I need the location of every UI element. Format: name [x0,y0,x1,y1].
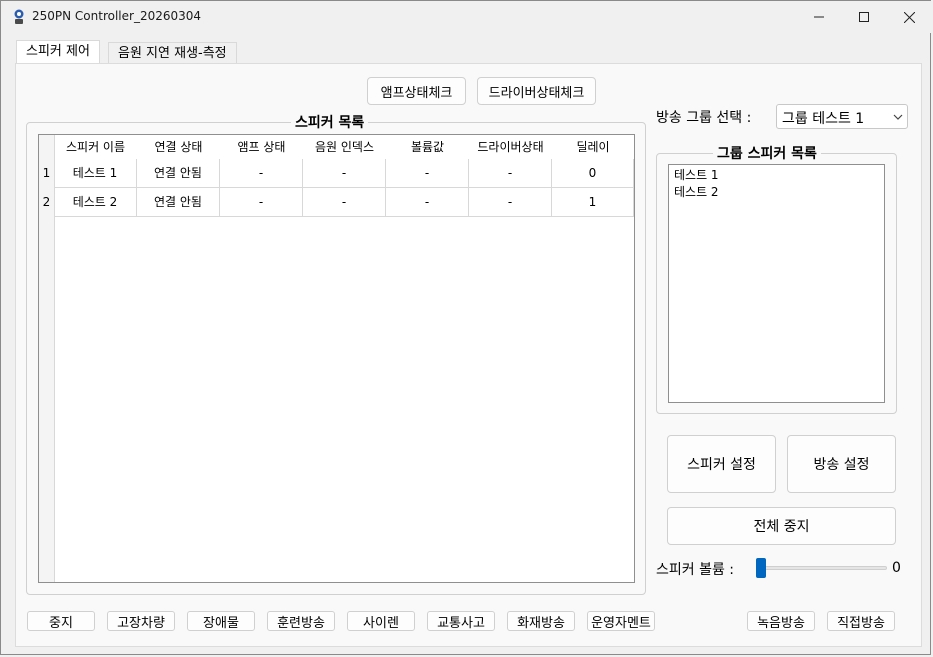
column-header[interactable]: 앰프 상태 [220,135,303,159]
group-speaker-title: 그룹 스피커 목록 [713,143,821,163]
tab-delay-playback[interactable]: 음원 지연 재생-측정 [108,42,237,63]
column-header[interactable]: 딜레이 [552,135,634,159]
quick-broadcast-button[interactable]: 고장차량 [107,611,175,631]
app-icon [14,9,24,24]
quick-broadcast-button[interactable]: 장애물 [187,611,255,631]
column-header[interactable]: 스피커 이름 [54,135,137,159]
record-broadcast-button[interactable]: 녹음방송 [747,611,815,631]
app-window: 250PN Controller_20260304 스피커 제어 음원 지연 재… [0,0,932,655]
table-cell[interactable]: 연결 안됨 [137,188,220,217]
table-cell[interactable]: 연결 안됨 [137,159,220,188]
list-item[interactable]: 테스트 1 [669,167,884,184]
broadcast-group-value: 그룹 테스트 1 [782,111,865,127]
quick-broadcast-button[interactable]: 운영자멘트 [587,611,655,631]
list-item[interactable]: 테스트 2 [669,184,884,201]
close-button[interactable] [886,1,932,33]
column-header[interactable]: 음원 인덱스 [303,135,386,159]
broadcast-group-label: 방송 그룹 선택 : [656,110,752,126]
table-cell[interactable]: 테스트 1 [54,159,137,188]
speaker-table: 스피커 이름 연결 상태 앰프 상태 음원 인덱스 볼륨값 드라이버상태 딜레이 1 테스트 … [38,134,635,583]
minimize-icon [814,16,824,18]
volume-slider-track[interactable] [758,566,887,570]
row-header[interactable]: 1 [39,159,54,188]
column-header[interactable]: 연결 상태 [137,135,220,159]
broadcast-group-select[interactable]: 그룹 테스트 1 [776,104,908,129]
table-cell[interactable]: 1 [552,188,634,217]
chevron-down-icon [893,114,903,120]
window-title: 250PN Controller_20260304 [32,9,202,23]
group-speaker-listbox[interactable]: 테스트 1 테스트 2 [668,164,885,403]
minimize-button[interactable] [796,1,842,33]
tab-speaker-control[interactable]: 스피커 제어 [16,40,100,64]
table-cell[interactable]: - [303,188,386,217]
quick-broadcast-button[interactable]: 화재방송 [507,611,575,631]
table-cell[interactable]: - [386,188,469,217]
maximize-button[interactable] [841,1,887,33]
column-header[interactable]: 볼륨값 [386,135,469,159]
speaker-volume-label: 스피커 볼륨 : [656,562,735,578]
stop-all-button[interactable]: 전체 중지 [667,507,896,545]
table-cell[interactable]: - [386,159,469,188]
speaker-settings-button[interactable]: 스피커 설정 [667,435,776,493]
quick-broadcast-button[interactable]: 교통사고 [427,611,495,631]
quick-broadcast-button[interactable]: 훈련방송 [267,611,335,631]
table-cell[interactable]: 테스트 2 [54,188,137,217]
table-cell[interactable]: - [303,159,386,188]
table-cell[interactable]: - [220,188,303,217]
direct-broadcast-button[interactable]: 직접방송 [827,611,895,631]
table-cell[interactable]: - [469,188,552,217]
volume-value: 0 [892,560,901,576]
table-cell[interactable]: - [220,159,303,188]
driver-status-check-button[interactable]: 드라이버상태체크 [477,77,596,105]
close-icon [903,11,915,23]
table-cell[interactable]: 0 [552,159,634,188]
row-header[interactable]: 2 [39,188,54,217]
speaker-list-title: 스피커 목록 [291,112,369,132]
column-header[interactable]: 드라이버상태 [469,135,552,159]
volume-slider-thumb[interactable] [756,558,766,578]
quick-broadcast-button[interactable]: 사이렌 [347,611,415,631]
broadcast-settings-button[interactable]: 방송 설정 [787,435,896,493]
table-cell[interactable]: - [469,159,552,188]
maximize-icon [859,12,869,22]
row-header-fill [39,217,54,582]
title-bar: 250PN Controller_20260304 [1,1,932,33]
amp-status-check-button[interactable]: 앰프상태체크 [367,77,466,105]
quick-broadcast-button[interactable]: 중지 [27,611,95,631]
